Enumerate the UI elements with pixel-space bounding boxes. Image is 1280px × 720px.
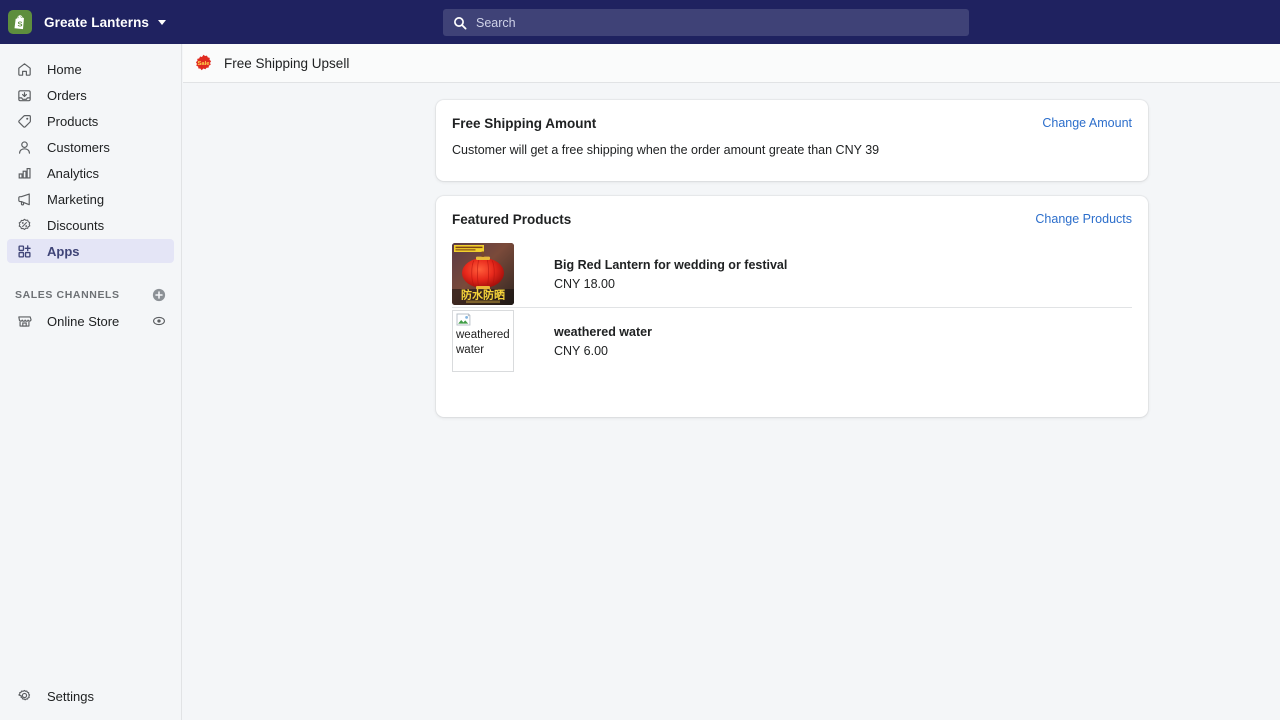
page-title: Free Shipping Upsell xyxy=(224,55,350,71)
svg-text:防水防晒: 防水防晒 xyxy=(461,288,505,302)
svg-text:Sale: Sale xyxy=(197,60,210,66)
store-icon xyxy=(15,312,33,330)
eye-icon[interactable] xyxy=(152,314,166,328)
sales-channels-title: SALES CHANNELS xyxy=(15,289,120,301)
broken-image-placeholder: weathered water xyxy=(452,310,514,372)
free-shipping-amount-card: Free Shipping Amount Change Amount Custo… xyxy=(436,100,1148,181)
plus-circle-icon[interactable] xyxy=(152,288,166,302)
change-products-link[interactable]: Change Products xyxy=(1035,212,1132,226)
sidebar-item-analytics[interactable]: Analytics xyxy=(7,161,174,185)
person-icon xyxy=(15,138,33,156)
card-header: Featured Products Change Products xyxy=(436,196,1148,227)
sidebar-item-customers[interactable]: Customers xyxy=(7,135,174,159)
sales-channels-header: SALES CHANNELS xyxy=(15,285,166,305)
sidebar-item-label: Settings xyxy=(47,688,94,704)
product-price: CNY 6.00 xyxy=(554,343,608,358)
chevron-down-icon xyxy=(158,19,167,25)
sidebar-item-label: Apps xyxy=(47,243,80,259)
main-content: Sale Free Shipping Upsell Free Shipping … xyxy=(183,44,1280,720)
product-name: Big Red Lantern for wedding or festival xyxy=(554,257,788,272)
change-amount-link[interactable]: Change Amount xyxy=(1042,116,1132,130)
sidebar-item-label: Products xyxy=(47,113,99,129)
product-info: Big Red Lantern for wedding or festival … xyxy=(554,258,787,291)
broken-image-alt-text: weathered water xyxy=(456,329,510,356)
list-item[interactable]: 防水防晒 Big Red Lantern for wedding or fest… xyxy=(436,241,1148,307)
product-info: weathered water CNY 6.00 xyxy=(554,325,652,358)
sidebar-item-label: Analytics xyxy=(47,165,100,181)
store-switcher[interactable]: S Greate Lanterns xyxy=(0,0,176,44)
sidebar-item-label: Home xyxy=(47,61,82,77)
sidebar-item-discounts[interactable]: Discounts xyxy=(7,213,174,237)
orders-icon xyxy=(15,86,33,104)
app-header: Sale Free Shipping Upsell xyxy=(183,44,1280,83)
sidebar-item-label: Orders xyxy=(47,87,87,103)
sidebar-item-label: Marketing xyxy=(47,191,105,207)
search-placeholder: Search xyxy=(476,15,516,30)
sidebar-nav: Home Orders Products Customers Analytics… xyxy=(0,44,181,263)
svg-text:S: S xyxy=(17,19,22,28)
store-name: Greate Lanterns xyxy=(44,14,150,30)
apps-grid-icon xyxy=(15,242,33,260)
sidebar-item-apps[interactable]: Apps xyxy=(7,239,174,263)
discount-icon xyxy=(15,216,33,234)
bar-chart-icon xyxy=(15,164,33,182)
free-shipping-description: Customer will get a free shipping when t… xyxy=(452,143,880,157)
search-input[interactable]: Search xyxy=(443,9,969,36)
product-list: 防水防晒 Big Red Lantern for wedding or fest… xyxy=(436,227,1148,374)
home-icon xyxy=(15,60,33,78)
sidebar-item-products[interactable]: Products xyxy=(7,109,174,133)
sidebar-item-orders[interactable]: Orders xyxy=(7,83,174,107)
sidebar-item-settings[interactable]: Settings xyxy=(7,684,102,708)
list-item[interactable]: weathered water weathered water CNY 6.00 xyxy=(436,308,1148,374)
gear-icon xyxy=(15,687,33,705)
tag-icon xyxy=(15,112,33,130)
red-lantern-product-photo: 防水防晒 xyxy=(452,243,514,305)
card-title: Free Shipping Amount xyxy=(452,116,597,131)
card-header: Free Shipping Amount Change Amount xyxy=(436,100,1148,131)
sidebar-item-marketing[interactable]: Marketing xyxy=(7,187,174,211)
product-price: CNY 18.00 xyxy=(554,276,615,291)
sidebar-item-label: Customers xyxy=(47,139,110,155)
sidebar-item-home[interactable]: Home xyxy=(7,57,174,81)
featured-products-card: Featured Products Change Products 防水防晒 B… xyxy=(436,196,1148,417)
sidebar-item-online-store[interactable]: Online Store xyxy=(7,309,174,333)
top-bar: S Greate Lanterns Search xyxy=(0,0,1280,44)
broken-image-icon xyxy=(456,313,471,326)
product-name: weathered water xyxy=(554,324,652,339)
sidebar: Home Orders Products Customers Analytics… xyxy=(0,44,182,720)
sidebar-item-label: Discounts xyxy=(47,217,105,233)
megaphone-icon xyxy=(15,190,33,208)
sale-badge-icon: Sale xyxy=(194,54,213,73)
card-title: Featured Products xyxy=(452,212,572,227)
search-icon xyxy=(453,16,467,30)
sidebar-item-label: Online Store xyxy=(47,313,120,329)
shopify-bag-icon: S xyxy=(8,10,32,34)
